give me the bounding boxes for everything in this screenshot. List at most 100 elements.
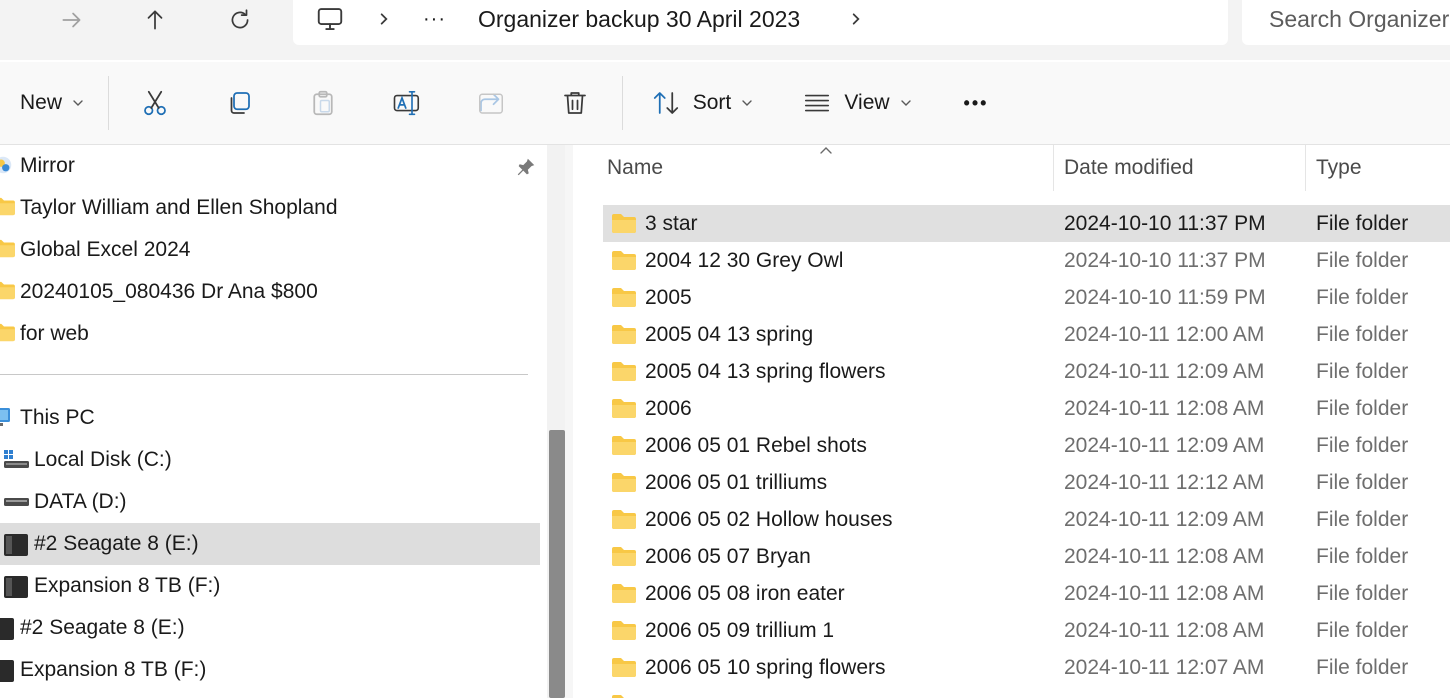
external-drive-icon [2, 574, 30, 600]
share-button[interactable] [470, 62, 512, 144]
file-type-cell: File folder [1316, 396, 1409, 420]
file-row[interactable]: 2005 04 13 spring 2024-10-11 12:00 AM File… [603, 316, 1450, 353]
file-name-cell: 2006 05 09 trillium 1 [645, 618, 835, 642]
file-date-cell: 2024-10-11 12:08 AM [1064, 618, 1265, 642]
this-pc-crumb[interactable] [315, 0, 345, 38]
rename-icon [393, 90, 420, 116]
external-drive-icon [0, 616, 16, 642]
chevron-down-icon [900, 100, 911, 106]
nav-item[interactable]: Global Excel 2024 [0, 229, 540, 271]
rename-button[interactable] [386, 62, 428, 144]
more-options-button[interactable]: ••• [952, 62, 1000, 144]
nav-item[interactable]: This PC [0, 397, 540, 439]
monitor-icon [0, 406, 12, 428]
nav-item-label: Expansion 8 TB (F:) [34, 574, 221, 597]
external-drive-icon [2, 532, 30, 558]
nav-item[interactable]: #2 Seagate 8 (E:) [0, 523, 540, 565]
delete-button[interactable] [554, 62, 596, 144]
nav-item[interactable]: #2 Seagate 8 (E:) [0, 607, 540, 649]
file-type-cell: File folder [1316, 433, 1409, 457]
column-header-name[interactable]: Name [607, 145, 663, 191]
file-type-cell: File folder [1316, 211, 1409, 235]
nav-item[interactable]: Taylor William and Ellen Shopland [0, 187, 540, 229]
file-date-cell: 2024-10-10 11:59 PM [1064, 285, 1266, 309]
pane-splitter[interactable] [565, 145, 573, 698]
nav-item[interactable]: 20240105_080436 Dr Ana $800 [0, 271, 540, 313]
file-row[interactable]: 2004 12 30 Grey Owl 2024-10-10 11:37 PM Fi… [603, 242, 1450, 279]
file-type-cell: File folder [1316, 581, 1409, 605]
file-row[interactable]: 2006 05 09 trillium 1 2024-10-11 12:08 AM… [603, 612, 1450, 649]
file-date-cell: 2024-10-11 12:08 AM [1064, 544, 1265, 568]
sort-ascending-icon [820, 147, 832, 154]
drive-icon [2, 490, 30, 512]
folder-icon [612, 695, 634, 698]
paste-button[interactable] [302, 62, 344, 144]
arrow-up-icon [147, 10, 163, 30]
nav-item-label: Mirror [20, 154, 75, 177]
column-divider[interactable] [1305, 145, 1306, 191]
file-name-cell: 2006 05 01 Rebel shots [645, 433, 867, 457]
nav-item-label: Global Excel 2024 [20, 238, 191, 261]
column-header-type[interactable]: Type [1316, 145, 1362, 191]
cut-button[interactable] [134, 62, 176, 144]
file-date-cell: 2024-10-11 12:09 AM [1064, 359, 1265, 383]
nav-item[interactable]: Expansion 8 TB (F:) [0, 565, 540, 607]
folder-icon [612, 399, 636, 418]
file-name-cell: 2006 05 02 Hollow houses [645, 507, 893, 531]
up-button[interactable] [135, 2, 175, 38]
view-button[interactable]: View [798, 62, 916, 144]
nav-item[interactable]: for web [0, 313, 540, 355]
search-input[interactable]: Search Organizer [1242, 0, 1450, 45]
breadcrumb[interactable]: ··· Organizer backup 30 April 2023 [293, 0, 1228, 45]
file-row[interactable]: 2006 05 10 spring flowers 2024-10-11 12:0… [603, 649, 1450, 686]
sort-button[interactable]: Sort [646, 62, 758, 144]
file-name-cell: 2005 [645, 285, 692, 309]
file-row[interactable]: 2006 05 07 Bryan 2024-10-11 12:08 AM File … [603, 538, 1450, 575]
file-name-cell: 2006 05 07 Bryan [645, 544, 811, 568]
file-row[interactable]: 2006 2024-10-11 12:08 AM File folder [603, 390, 1450, 427]
trash-icon [564, 92, 586, 114]
file-row[interactable]: 3 star 2024-10-10 11:37 PM File folder [603, 205, 1450, 242]
file-date-cell: 2024-10-11 12:07 AM [1064, 655, 1265, 679]
file-name-cell: 2006 05 10 spring flowers [645, 655, 886, 679]
column-header-date-modified[interactable]: Date modified [1064, 145, 1194, 191]
arrow-right-icon [62, 12, 81, 28]
nav-item[interactable]: Local Disk (C:) [0, 439, 540, 481]
file-row[interactable]: 2006 05 08 iron eater 2024-10-11 12:08 AM… [603, 575, 1450, 612]
file-row[interactable]: 2006 05 01 trilliums 2024-10-11 12:12 AM F… [603, 464, 1450, 501]
pin-icon[interactable] [515, 156, 537, 178]
folder-icon [612, 621, 636, 640]
breadcrumb-chevron-end[interactable] [849, 0, 863, 38]
chevron-right-icon [380, 13, 388, 25]
new-button[interactable]: New [12, 62, 92, 144]
file-row[interactable]: 2006 05 02 Hollow houses 2024-10-11 12:09… [603, 501, 1450, 538]
folder-icon [0, 196, 16, 216]
breadcrumb-chevron[interactable] [377, 0, 391, 38]
file-row[interactable]: 2005 04 13 spring flowers 2024-10-11 12:0… [603, 353, 1450, 390]
nav-item[interactable]: Mirror [0, 145, 540, 187]
file-name-cell: 2006 05 08 iron eater [645, 581, 845, 605]
nav-item[interactable]: DATA (D:) [0, 481, 540, 523]
refresh-button[interactable] [220, 2, 260, 38]
copy-button[interactable] [218, 62, 260, 144]
nav-item[interactable]: Expansion 8 TB (F:) [0, 649, 540, 691]
file-type-cell: File folder [1316, 507, 1409, 531]
folder-icon [0, 280, 16, 300]
chevron-down-icon [73, 100, 83, 106]
file-row-partial[interactable] [603, 686, 1450, 698]
column-divider[interactable] [1053, 145, 1054, 191]
file-row[interactable]: 2006 05 01 Rebel shots 2024-10-11 12:09 A… [603, 427, 1450, 464]
nav-item-label: Taylor William and Ellen Shopland [20, 196, 338, 219]
file-date-cell: 2024-10-11 12:08 AM [1064, 581, 1265, 605]
file-type-cell: File folder [1316, 470, 1409, 494]
folder-icon [0, 322, 16, 342]
file-row[interactable]: 2005 2024-10-10 11:59 PM File folder [603, 279, 1450, 316]
nav-scrollbar-thumb[interactable] [549, 430, 565, 698]
file-name-cell: 2005 04 13 spring [645, 322, 814, 346]
folder-icon [612, 288, 636, 307]
breadcrumb-current-folder[interactable]: Organizer backup 30 April 2023 [478, 0, 800, 38]
folder-icon [612, 584, 636, 603]
file-type-cell: File folder [1316, 285, 1409, 309]
forward-button[interactable] [52, 2, 92, 38]
breadcrumb-overflow[interactable]: ··· [423, 0, 446, 38]
